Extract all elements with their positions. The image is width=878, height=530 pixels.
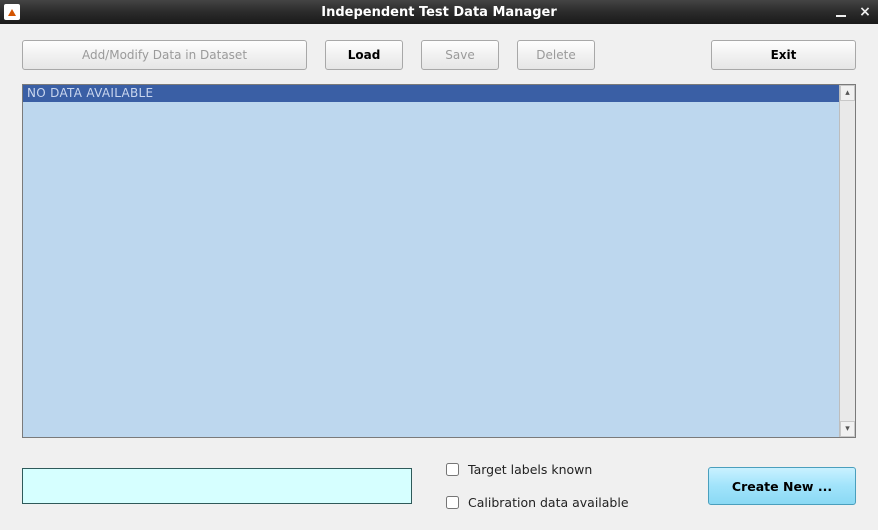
save-button: Save [421,40,499,70]
close-icon[interactable]: × [856,4,874,20]
dataset-list: NO DATA AVAILABLE ▴ ▾ [22,84,856,438]
vertical-scrollbar[interactable]: ▴ ▾ [839,85,855,437]
scroll-track[interactable] [840,101,855,421]
options-column: Target labels known Calibration data ava… [442,460,629,512]
calibration-checkbox[interactable] [446,496,459,509]
scroll-down-icon[interactable]: ▾ [840,421,855,437]
minimize-icon[interactable] [832,7,850,17]
window-title: Independent Test Data Manager [0,5,878,20]
toolbar: Add/Modify Data in Dataset Load Save Del… [22,40,856,70]
target-labels-row[interactable]: Target labels known [442,460,629,479]
delete-button: Delete [517,40,595,70]
content-area: Add/Modify Data in Dataset Load Save Del… [0,24,878,530]
dataset-name-input[interactable] [22,468,412,504]
calibration-label: Calibration data available [468,495,629,510]
load-button[interactable]: Load [325,40,403,70]
app-icon [4,4,20,20]
title-bar: Independent Test Data Manager × [0,0,878,24]
window-controls: × [832,4,874,20]
target-labels-label: Target labels known [468,462,592,477]
bottom-panel: Target labels known Calibration data ava… [22,460,856,512]
create-new-button[interactable]: Create New ... [708,467,856,505]
calibration-row[interactable]: Calibration data available [442,493,629,512]
dataset-list-body[interactable]: NO DATA AVAILABLE [23,85,839,437]
target-labels-checkbox[interactable] [446,463,459,476]
add-modify-button: Add/Modify Data in Dataset [22,40,307,70]
list-item[interactable]: NO DATA AVAILABLE [23,85,839,102]
exit-button[interactable]: Exit [711,40,856,70]
scroll-up-icon[interactable]: ▴ [840,85,855,101]
